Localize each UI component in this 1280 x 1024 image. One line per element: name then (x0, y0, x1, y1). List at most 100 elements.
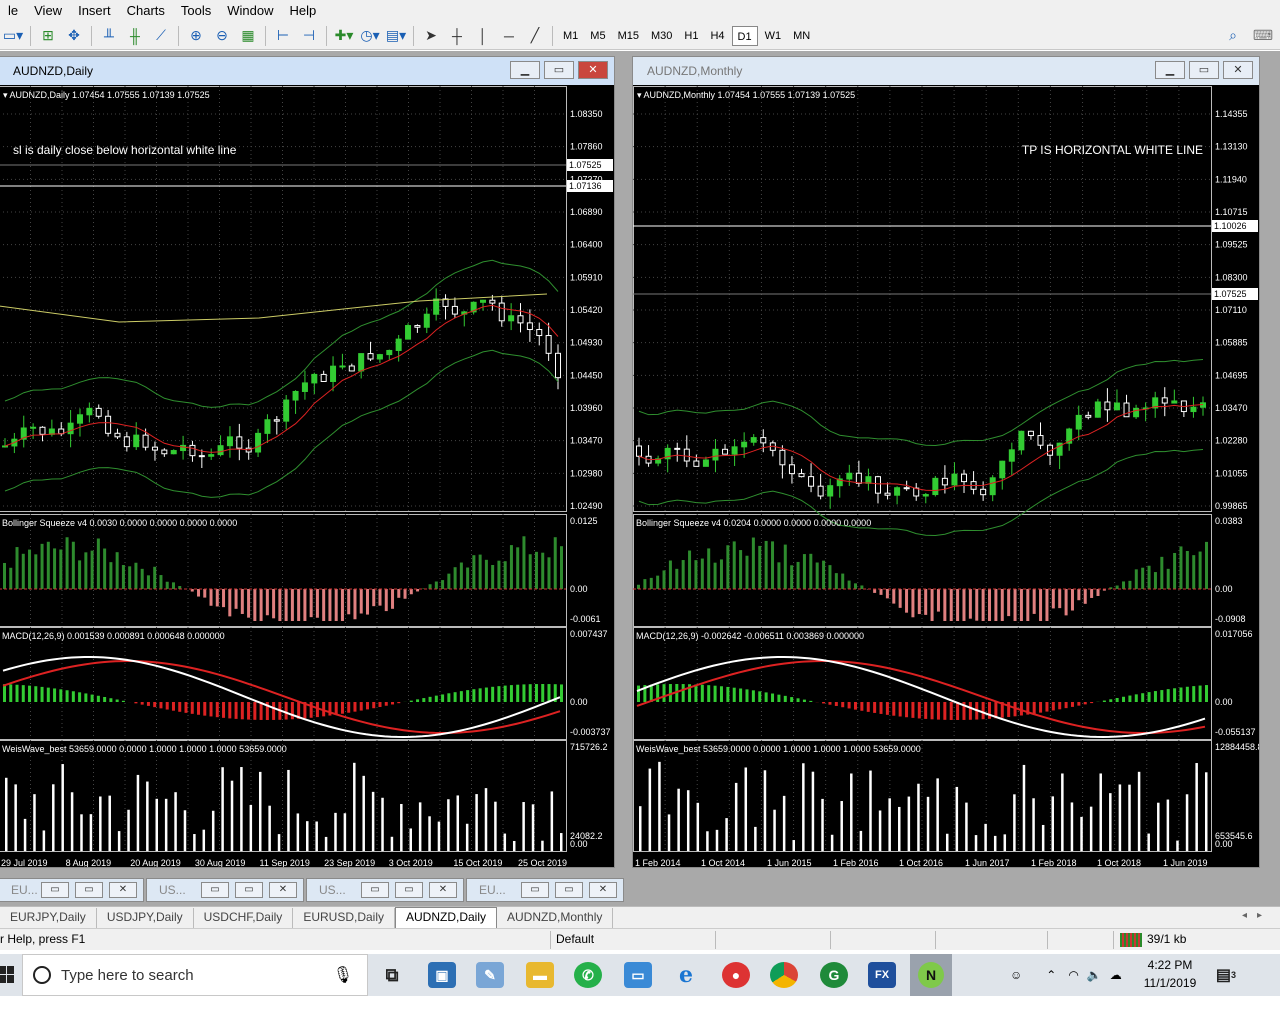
tf-m1[interactable]: M1 (558, 26, 583, 46)
tab-usdchf-daily[interactable]: USDCHF,Daily (194, 908, 294, 928)
close-button[interactable]: ✕ (269, 882, 297, 898)
navigator-icon[interactable]: ✥ (63, 25, 85, 47)
menu-window[interactable]: Window (219, 0, 281, 22)
menu-file[interactable]: le (0, 0, 26, 22)
paint-app-icon[interactable]: ✎ (476, 962, 504, 988)
restore-button[interactable]: ▭ (521, 882, 549, 898)
daily-plot-area[interactable]: 1.08350 1.07860 1.07370 1.06890 1.06400 1.059… (0, 86, 614, 867)
menu-tools[interactable]: Tools (173, 0, 219, 22)
squeeze-bar (1179, 546, 1183, 589)
close-button[interactable]: ✕ (109, 882, 137, 898)
squeeze-bar (134, 562, 138, 589)
restore-button[interactable]: ▭ (544, 61, 574, 79)
macd-histogram-bar (968, 702, 972, 720)
tab-audnzd-daily[interactable]: AUDNZD,Daily (395, 907, 498, 928)
file-explorer-icon[interactable]: ▬ (526, 962, 554, 988)
monthly-window-titlebar[interactable]: AUDNZD,Monthly ▁ ▭ ✕ (633, 57, 1259, 85)
maximize-button[interactable]: ▭ (555, 882, 583, 898)
fxchoice-icon[interactable]: FX (868, 962, 896, 988)
connection-status-icon[interactable] (1120, 933, 1142, 947)
restore-button[interactable]: ▭ (41, 882, 69, 898)
tile-windows-icon[interactable]: ▦ (237, 25, 259, 47)
templates-icon[interactable]: ▤▾ (385, 25, 407, 47)
minimize-button[interactable]: ▁ (510, 61, 540, 79)
taskbar-clock[interactable]: 4:22 PM 11/1/2019 (1130, 956, 1210, 992)
candlestick-icon[interactable]: ╫ (124, 25, 146, 47)
volume-icon[interactable]: 🔈 (1087, 968, 1102, 982)
chat-icon[interactable]: ⌨ (1248, 25, 1278, 47)
tf-h1[interactable]: H1 (679, 26, 703, 46)
tab-scroll-arrows[interactable]: ◂▸ (1242, 910, 1272, 921)
periods-icon[interactable]: ◷▾ (359, 25, 381, 47)
restore-button[interactable]: ▭ (1189, 61, 1219, 79)
minimized-window[interactable]: EU... ▭ ▭ ✕ (466, 878, 624, 902)
tab-audnzd-monthly[interactable]: AUDNZD,Monthly (497, 908, 614, 928)
tab-eurusd-daily[interactable]: EURUSD,Daily (293, 908, 395, 928)
onedrive-icon[interactable]: ☁ (1110, 968, 1122, 982)
profiles-icon[interactable]: ▭▾ (2, 25, 24, 47)
tf-w1[interactable]: W1 (760, 26, 787, 46)
search-icon[interactable]: ⌕ (1222, 25, 1244, 47)
chart-shift-icon[interactable]: ⊢ (272, 25, 294, 47)
taskbar-search-box[interactable]: Type here to search 🎙 (22, 954, 368, 996)
bar-chart-icon[interactable]: ╨ (98, 25, 120, 47)
minimize-button[interactable]: ▁ (1155, 61, 1185, 79)
trendline-icon[interactable]: ╱ (524, 25, 546, 47)
remote-desktop-icon[interactable]: ▭ (624, 962, 652, 988)
tf-m15[interactable]: M15 (613, 26, 644, 46)
wifi-icon[interactable]: ◠ (1068, 968, 1078, 982)
menu-view[interactable]: View (26, 0, 70, 22)
horizontal-line-icon[interactable]: ─ (498, 25, 520, 47)
indicators-icon[interactable]: ✚▾ (333, 25, 355, 47)
notifications-icon[interactable]: ▤ 3 (1212, 962, 1240, 988)
people-icon[interactable]: ☺ (1010, 968, 1022, 982)
green-app-icon[interactable]: G (820, 962, 848, 988)
windows-start-icon[interactable] (0, 966, 14, 984)
minimized-window[interactable]: EU... ▭ ▭ ✕ (0, 878, 144, 902)
crosshair-icon[interactable]: ┼ (446, 25, 468, 47)
maximize-button[interactable]: ▭ (235, 882, 263, 898)
close-button[interactable]: ✕ (429, 882, 457, 898)
weis-bar (428, 816, 431, 851)
close-button[interactable]: ✕ (589, 882, 617, 898)
daily-window-titlebar[interactable]: AUDNZD,Daily ▁ ▭ ✕ (0, 57, 614, 85)
autoscroll-icon[interactable]: ⊣ (298, 25, 320, 47)
close-button[interactable]: ✕ (578, 61, 608, 79)
minimized-window[interactable]: US... ▭ ▭ ✕ (306, 878, 464, 902)
recorder-app-icon[interactable]: ● (722, 962, 750, 988)
mt4-active-app[interactable]: N (910, 954, 952, 996)
maximize-button[interactable]: ▭ (75, 882, 103, 898)
microphone-icon[interactable]: 🎙 (333, 965, 353, 985)
tf-d1[interactable]: D1 (731, 25, 758, 46)
minimized-window[interactable]: US... ▭ ▭ ✕ (146, 878, 304, 902)
task-view-icon[interactable]: ⧉ (378, 962, 406, 988)
tf-m5[interactable]: M5 (585, 26, 610, 46)
internet-explorer-icon[interactable]: e (672, 962, 700, 988)
restore-button[interactable]: ▭ (361, 882, 389, 898)
tf-h4[interactable]: H4 (705, 26, 729, 46)
maximize-button[interactable]: ▭ (395, 882, 423, 898)
cursor-icon[interactable]: ➤ (420, 25, 442, 47)
monthly-plot-area[interactable]: 1.14355 1.13130 1.11940 1.10715 1.09525 1.083… (633, 86, 1259, 867)
restore-button[interactable]: ▭ (201, 882, 229, 898)
squeeze-bar (981, 589, 985, 621)
tf-m30[interactable]: M30 (646, 26, 677, 46)
photos-app-icon[interactable]: ▣ (428, 962, 456, 988)
squeeze-bar (847, 580, 851, 589)
menu-charts[interactable]: Charts (119, 0, 173, 22)
close-button[interactable]: ✕ (1223, 61, 1253, 79)
chrome-icon[interactable] (770, 962, 798, 988)
tab-usdjpy-daily[interactable]: USDJPY,Daily (97, 908, 194, 928)
line-chart-icon[interactable]: ⟋ (150, 25, 172, 47)
chevron-up-icon[interactable]: ⌃ (1046, 968, 1056, 982)
menu-help[interactable]: Help (282, 0, 325, 22)
market-watch-icon[interactable]: ⊞ (37, 25, 59, 47)
zoom-out-icon[interactable]: ⊖ (211, 25, 233, 47)
weis-bar (371, 791, 375, 851)
zoom-in-icon[interactable]: ⊕ (185, 25, 207, 47)
whatsapp-icon[interactable]: ✆ (574, 962, 602, 988)
tab-eurjpy-daily[interactable]: EURJPY,Daily (0, 908, 97, 928)
tf-mn[interactable]: MN (788, 26, 815, 46)
vertical-line-icon[interactable]: │ (472, 25, 494, 47)
menu-insert[interactable]: Insert (70, 0, 119, 22)
